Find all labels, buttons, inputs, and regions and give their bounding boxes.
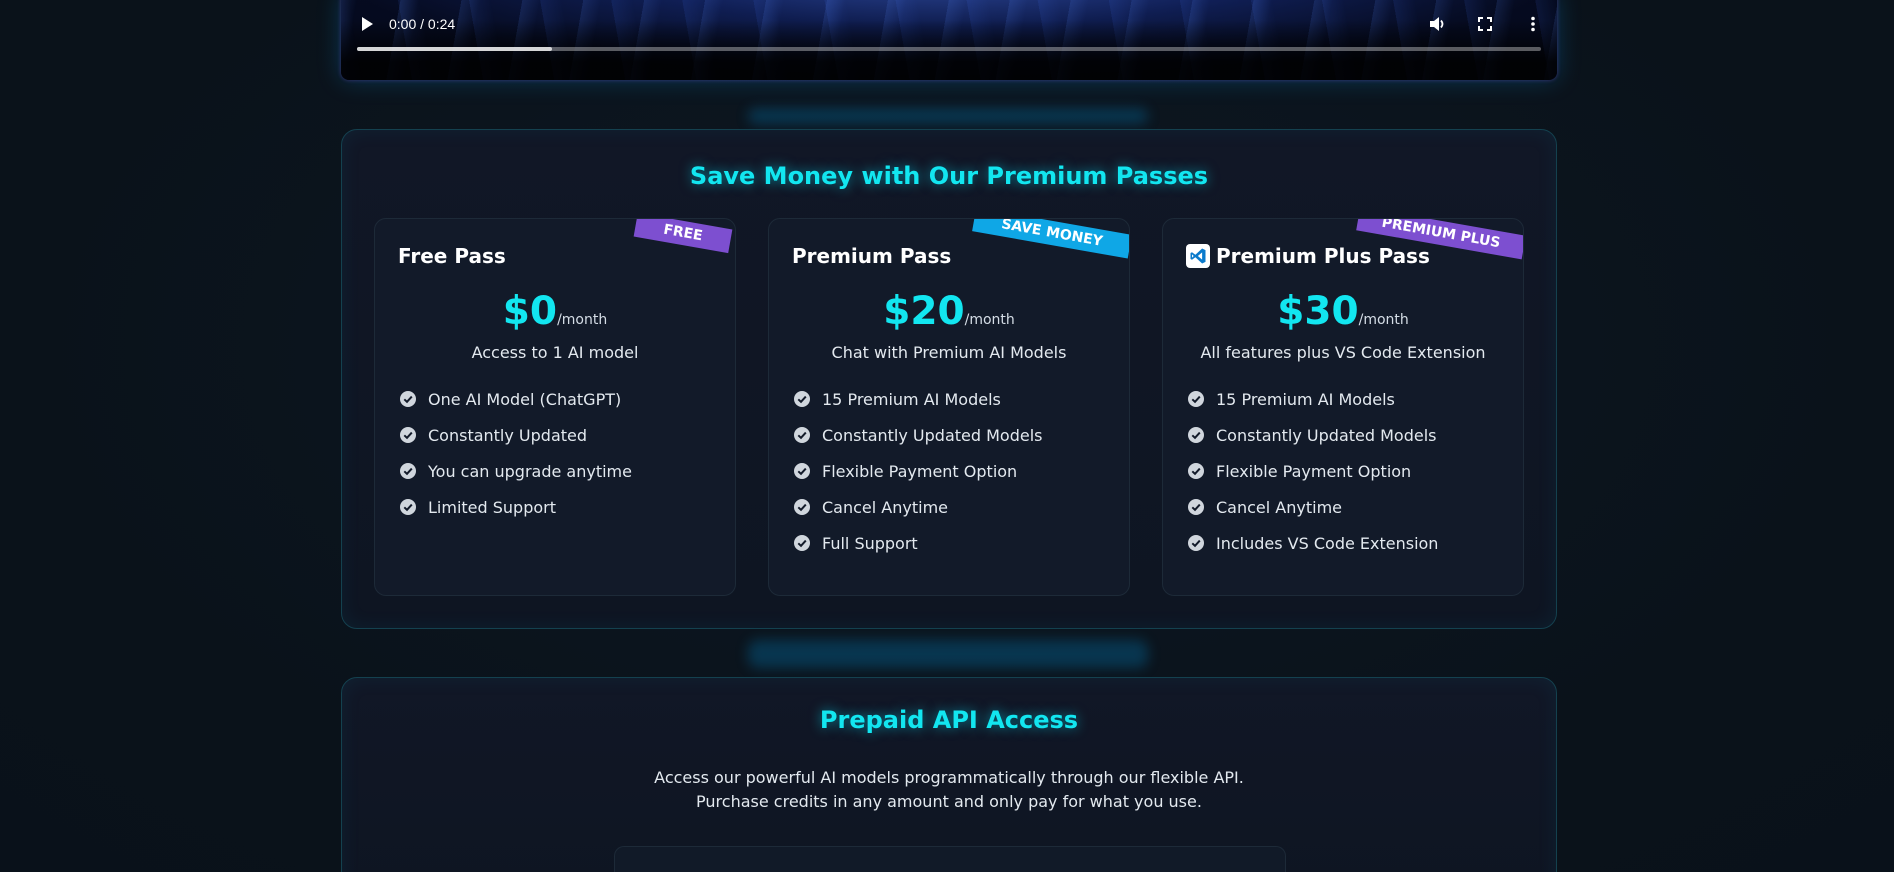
feature-item: 15 Premium AI Models <box>794 381 1043 417</box>
feature-text: Limited Support <box>428 497 556 517</box>
feature-list: 15 Premium AI Models Constantly Updated … <box>794 381 1043 561</box>
play-button[interactable] <box>357 14 377 34</box>
feature-item: 15 Premium AI Models <box>1188 381 1438 417</box>
feature-item: Cancel Anytime <box>794 489 1043 525</box>
api-panel <box>614 846 1286 872</box>
api-section: Prepaid API Access Access our powerful A… <box>341 677 1557 872</box>
price-row: $0/month <box>375 289 735 334</box>
feature-text: 15 Premium AI Models <box>1216 389 1395 409</box>
pass-card-premium[interactable]: SAVE MONEY Premium Pass $20/month Chat w… <box>768 218 1130 596</box>
card-title-text: Premium Plus Pass <box>1216 244 1430 268</box>
video-player[interactable]: 0:00 / 0:24 <box>341 0 1557 80</box>
video-progress-fill <box>357 47 553 51</box>
check-circle-icon <box>400 427 416 443</box>
ribbon-free: FREE <box>633 219 733 254</box>
fullscreen-icon <box>1478 17 1492 31</box>
check-circle-icon <box>794 499 810 515</box>
ribbon-save-money: SAVE MONEY <box>972 219 1129 259</box>
play-icon <box>362 17 373 31</box>
feature-text: One AI Model (ChatGPT) <box>428 389 622 409</box>
feature-item: Constantly Updated Models <box>1188 417 1438 453</box>
glow-divider <box>748 108 1148 124</box>
feature-text: Cancel Anytime <box>822 497 948 517</box>
check-circle-icon <box>1188 499 1204 515</box>
feature-item: Includes VS Code Extension <box>1188 525 1438 561</box>
feature-text: Flexible Payment Option <box>822 461 1018 481</box>
more-vertical-icon <box>1531 16 1535 32</box>
volume-button[interactable] <box>1427 14 1447 34</box>
check-circle-icon <box>794 463 810 479</box>
price: $20 <box>883 289 965 334</box>
fullscreen-button[interactable] <box>1475 14 1495 34</box>
price-row: $30/month <box>1163 289 1523 334</box>
volume-icon <box>1430 17 1444 31</box>
check-circle-icon <box>794 535 810 551</box>
feature-text: Flexible Payment Option <box>1216 461 1412 481</box>
card-title: Free Pass <box>398 244 506 268</box>
pass-card-premium-plus[interactable]: PREMIUM PLUS Premium Plus Pass $30/month… <box>1162 218 1524 596</box>
feature-item: Cancel Anytime <box>1188 489 1438 525</box>
price: $0 <box>502 289 558 334</box>
pass-card-free[interactable]: FREE Free Pass $0/month Access to 1 AI m… <box>374 218 736 596</box>
feature-list: One AI Model (ChatGPT) Constantly Update… <box>400 381 632 525</box>
price-period: /month <box>964 312 1015 328</box>
card-description: All features plus VS Code Extension <box>1200 343 1486 362</box>
check-circle-icon <box>1188 391 1204 407</box>
check-circle-icon <box>1188 535 1204 551</box>
api-title: Prepaid API Access <box>819 706 1079 734</box>
feature-text: 15 Premium AI Models <box>822 389 1001 409</box>
check-circle-icon <box>794 427 810 443</box>
page: 0:00 / 0:24 Save Money with Our Premium <box>0 0 1894 872</box>
check-circle-icon <box>400 391 416 407</box>
price-row: $20/month <box>769 289 1129 334</box>
feature-item: Full Support <box>794 525 1043 561</box>
card-description: Access to 1 AI model <box>471 343 639 362</box>
check-circle-icon <box>1188 427 1204 443</box>
glow-divider <box>748 640 1148 668</box>
passes-section: Save Money with Our Premium Passes FREE … <box>341 129 1557 629</box>
card-title-text: Premium Pass <box>792 244 952 268</box>
check-circle-icon <box>400 499 416 515</box>
feature-item: You can upgrade anytime <box>400 453 632 489</box>
feature-item: Constantly Updated Models <box>794 417 1043 453</box>
more-options-button[interactable] <box>1523 14 1543 34</box>
price-period: /month <box>557 312 608 328</box>
feature-text: Constantly Updated <box>428 425 588 445</box>
card-title: Premium Plus Pass <box>1186 244 1430 268</box>
vscode-icon <box>1186 244 1210 268</box>
feature-text: Cancel Anytime <box>1216 497 1342 517</box>
feature-item: Flexible Payment Option <box>794 453 1043 489</box>
card-description: Chat with Premium AI Models <box>831 343 1067 362</box>
api-description: Access our powerful AI models programmat… <box>654 768 1244 811</box>
feature-item: Limited Support <box>400 489 632 525</box>
price-period: /month <box>1358 312 1409 328</box>
feature-list: 15 Premium AI Models Constantly Updated … <box>1188 381 1438 561</box>
check-circle-icon <box>1188 463 1204 479</box>
feature-item: One AI Model (ChatGPT) <box>400 381 632 417</box>
feature-item: Constantly Updated <box>400 417 632 453</box>
video-time: 0:00 / 0:24 <box>389 16 456 32</box>
feature-text: Full Support <box>822 533 918 553</box>
feature-text: Includes VS Code Extension <box>1216 533 1439 553</box>
feature-text: Constantly Updated Models <box>1216 425 1437 445</box>
check-circle-icon <box>400 463 416 479</box>
feature-item: Flexible Payment Option <box>1188 453 1438 489</box>
feature-text: You can upgrade anytime <box>428 461 632 481</box>
price: $30 <box>1277 289 1359 334</box>
video-progress-bar[interactable] <box>357 47 1541 51</box>
card-title: Premium Pass <box>792 244 951 268</box>
check-circle-icon <box>794 391 810 407</box>
feature-text: Constantly Updated Models <box>822 425 1043 445</box>
passes-title: Save Money with Our Premium Passes <box>689 162 1209 190</box>
card-title-text: Free Pass <box>398 244 506 268</box>
